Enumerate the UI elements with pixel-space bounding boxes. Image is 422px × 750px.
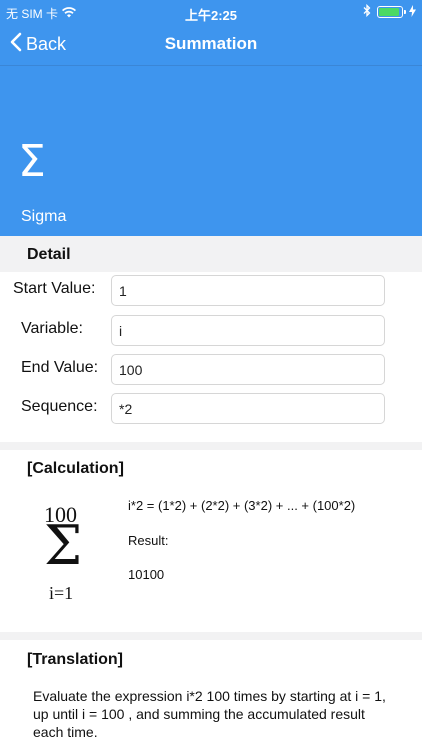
- detail-title: Detail: [27, 246, 71, 263]
- sigma-symbol: Σ: [18, 136, 46, 187]
- page-title: Summation: [164, 34, 258, 53]
- section-divider: [0, 632, 422, 640]
- lower-limit: i=1: [49, 583, 74, 603]
- sequence-label: Sequence:: [21, 398, 98, 415]
- charging-icon: [409, 4, 416, 20]
- calculation-title: [Calculation]: [27, 460, 124, 477]
- section-divider: [0, 442, 422, 450]
- expansion-text: i*2 = (1*2) + (2*2) + (3*2) + ... + (100…: [128, 498, 356, 513]
- translation-text: Evaluate the expression i*2 100 times by…: [33, 688, 386, 740]
- summation-sigma: Σ: [44, 514, 83, 577]
- detail-section-header: Detail: [0, 236, 422, 272]
- result-label: Result:: [128, 533, 169, 548]
- status-bar: 无 SIM 卡 上午2:25: [0, 0, 422, 24]
- start-value-row: Start Value: 1: [0, 274, 422, 306]
- result-value: 10100: [128, 567, 165, 582]
- sequence-field[interactable]: *2: [111, 393, 385, 424]
- end-value-row: End Value: 100: [0, 353, 422, 385]
- status-right: [363, 3, 416, 20]
- hero-banner: Σ Sigma: [0, 66, 422, 236]
- bluetooth-icon: [363, 3, 371, 20]
- navigation-bar: Back Summation: [0, 24, 422, 66]
- battery-fill: [379, 8, 399, 16]
- end-value-field[interactable]: 100: [111, 354, 385, 385]
- variable-field[interactable]: i: [111, 315, 385, 346]
- translation-title: [Translation]: [27, 651, 124, 668]
- hero-label: Sigma: [21, 208, 67, 225]
- battery-nub: [404, 10, 406, 14]
- battery-icon: [377, 6, 406, 18]
- start-value-field[interactable]: 1: [111, 275, 385, 306]
- variable-row: Variable: i: [0, 314, 422, 346]
- end-value-label: End Value:: [21, 359, 99, 376]
- start-value-label: Start Value:: [13, 280, 96, 297]
- variable-label: Variable:: [21, 320, 83, 337]
- status-time: 上午2:25: [184, 8, 238, 23]
- sequence-row: Sequence: *2: [0, 392, 422, 424]
